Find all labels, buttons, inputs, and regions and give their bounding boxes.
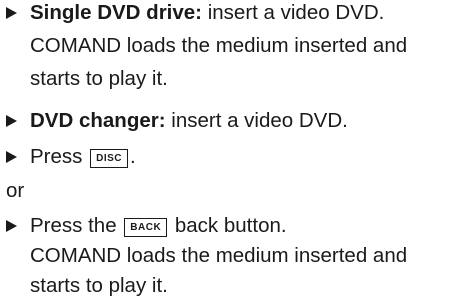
press-disc-step: Press DISC. [30, 144, 136, 170]
back-key-symbol: BACK [124, 218, 168, 237]
disc-key-symbol: DISC [90, 149, 129, 168]
press-back-step-line2: COMAND loads the medium inserted and [30, 244, 408, 267]
single-dvd-step-line1: Single DVD drive: insert a video DVD. [30, 0, 384, 26]
press-back-prefix: Press the [30, 214, 123, 237]
bullet-arrow-icon [6, 151, 17, 163]
or-separator: or [6, 179, 25, 202]
dvd-changer-label: DVD changer: [30, 109, 166, 132]
single-dvd-label: Single DVD drive: [30, 1, 203, 24]
press-disc-prefix: Press [30, 145, 89, 168]
single-dvd-step-line2: COMAND loads the medium inserted and [30, 34, 408, 57]
dvd-changer-step: DVD changer: insert a video DVD. [30, 108, 348, 134]
press-back-step-line3: starts to play it. [30, 274, 168, 297]
bullet-arrow-icon [6, 220, 17, 232]
press-disc-suffix: . [130, 145, 136, 168]
press-back-step-line1: Press the BACK back button. [30, 213, 287, 239]
single-dvd-text: insert a video DVD. [202, 1, 385, 24]
single-dvd-step-line3: starts to play it. [30, 67, 168, 90]
bullet-arrow-icon [6, 7, 17, 19]
instruction-list: Single DVD drive: insert a video DVD. CO… [0, 0, 461, 300]
dvd-changer-text: insert a video DVD. [165, 109, 348, 132]
bullet-arrow-icon [6, 115, 17, 127]
press-back-suffix: back button. [169, 214, 287, 237]
